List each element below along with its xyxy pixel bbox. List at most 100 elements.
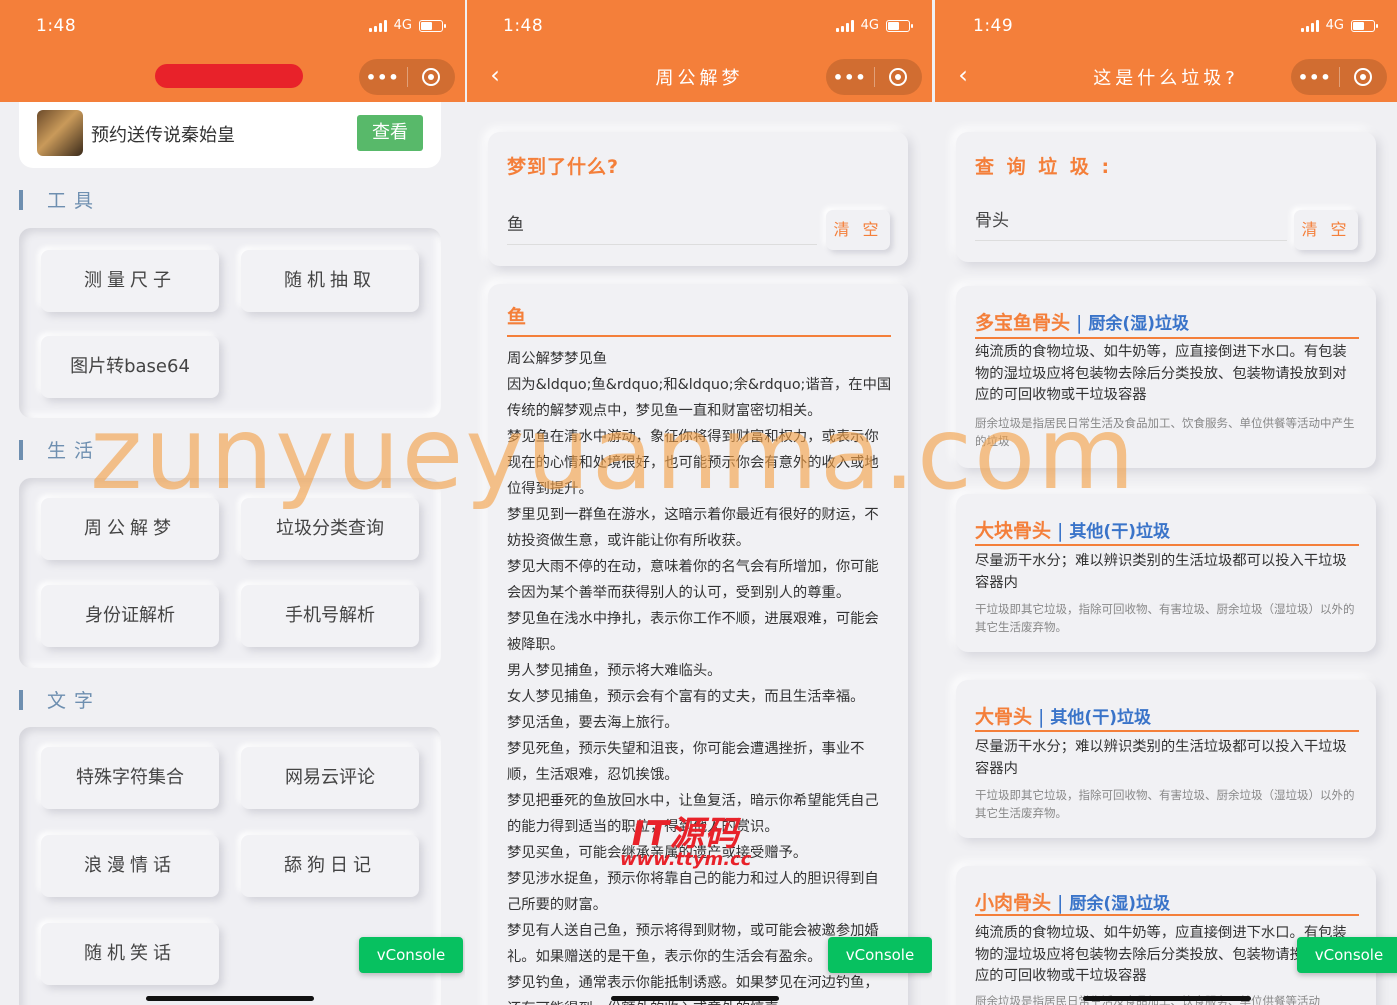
item-category[interactable]: 其他(干)垃圾 xyxy=(1050,708,1151,728)
garbage-query-card: 查 询 垃 圾 : 骨头 清 空 xyxy=(956,132,1376,262)
item-name: 小肉骨头 xyxy=(975,892,1052,914)
tool-random-pick[interactable]: 随机抽取 xyxy=(241,250,419,312)
result-divider xyxy=(975,914,1359,916)
input-underline xyxy=(507,244,817,245)
close-miniprogram-icon[interactable] xyxy=(1340,68,1388,86)
result-line: 顺，生活艰难，忍饥挨饿。 xyxy=(507,767,679,783)
result-line: 己所要的财富。 xyxy=(507,897,608,913)
section-title-tools: 工具 xyxy=(19,186,101,213)
item-desc: 尽量沥干水分；难以辨识类别的生活垃圾都可以投入干垃圾容器内 xyxy=(975,739,1347,777)
dream-result-card: 鱼 周公解梦梦见鱼 因为&ldquo;鱼&rdquo;和&ldquo;余&rdqu… xyxy=(488,284,908,1005)
result-title: 鱼 xyxy=(507,306,527,328)
more-icon[interactable]: ••• xyxy=(826,68,874,87)
signal-icon xyxy=(835,19,854,32)
result-heading: 小肉骨头 | 厨余(湿)垃圾 xyxy=(975,892,1170,914)
home-indicator xyxy=(611,996,779,1001)
section-title-text: 文字 xyxy=(19,686,101,713)
garbage-result-card: 大块骨头 | 其他(干)垃圾 尽量沥干水分；难以辨识类别的生活垃圾都可以投入干垃圾容… xyxy=(956,494,1376,652)
home-indicator xyxy=(1083,996,1251,1001)
item-note: 干垃圾即其它垃圾，指除可回收物、有害垃圾、厨余垃圾（湿垃圾）以外的其它生活废弃物… xyxy=(975,602,1355,634)
result-divider xyxy=(507,335,891,337)
miniprogram-capsule: ••• xyxy=(1291,59,1387,95)
garbage-input[interactable]: 骨头 xyxy=(975,206,1009,231)
result-heading: 大骨头 | 其他(干)垃圾 xyxy=(975,706,1151,728)
result-line: 妨投资做生意，或许能让你有所收获。 xyxy=(507,533,751,549)
status-icons: 4G xyxy=(368,18,446,33)
promo-avatar xyxy=(37,110,83,156)
section-title-life: 生活 xyxy=(19,436,101,463)
signal-icon xyxy=(1300,19,1319,32)
dream-input[interactable]: 鱼 xyxy=(507,210,524,235)
result-divider xyxy=(975,337,1359,339)
input-underline xyxy=(975,240,1287,241)
result-heading: 多宝鱼骨头 | 厨余(湿)垃圾 xyxy=(975,312,1189,334)
status-time: 1:48 xyxy=(36,16,77,36)
tool-jokes[interactable]: 随机笑话 xyxy=(41,923,219,985)
miniprogram-capsule: ••• xyxy=(359,59,455,95)
network-label: 4G xyxy=(1325,18,1344,33)
miniprogram-capsule: ••• xyxy=(826,59,922,95)
battery-icon xyxy=(886,19,913,32)
tool-idcard[interactable]: 身份证解析 xyxy=(41,585,219,647)
battery-icon xyxy=(1351,19,1378,32)
result-heading: 大块骨头 | 其他(干)垃圾 xyxy=(975,520,1170,542)
tool-image-base64[interactable]: 图片转base64 xyxy=(41,336,219,398)
result-line: 梦见大雨不停的在动，意味着你的名气会有所增加，你可能 xyxy=(507,559,879,575)
query-label: 查 询 垃 圾 : xyxy=(975,156,1113,178)
promo-banner: 预约送传说秦始皇 查看 xyxy=(19,102,441,168)
vconsole-button[interactable]: vConsole xyxy=(1297,937,1397,973)
tool-netease[interactable]: 网易云评论 xyxy=(241,747,419,809)
result-line: 梦见鱼在浅水中挣扎，表示你工作不顺，进展艰难，可能会 xyxy=(507,611,879,627)
tools-group: 测量尺子 随机抽取 图片转base64 xyxy=(19,228,441,418)
tool-phone[interactable]: 手机号解析 xyxy=(241,585,419,647)
status-icons: 4G xyxy=(835,18,913,33)
home-indicator xyxy=(146,996,314,1001)
tool-love-words[interactable]: 浪漫情话 xyxy=(41,835,219,897)
tool-diary[interactable]: 舔狗日记 xyxy=(241,835,419,897)
watermark: zunyueyuanma.com xyxy=(90,395,1137,512)
vconsole-button[interactable]: vConsole xyxy=(828,937,932,973)
result-divider xyxy=(975,544,1359,546)
clear-button[interactable]: 清 空 xyxy=(1294,210,1358,250)
garbage-result-card: 小肉骨头 | 厨余(湿)垃圾 纯流质的食物垃圾、如牛奶等，应直接倒进下水口。有包装物… xyxy=(956,866,1376,1005)
nav-bar: 1:49 4G ‹ 这是什么垃圾? ••• xyxy=(935,0,1397,102)
more-icon[interactable]: ••• xyxy=(359,68,407,87)
promo-text: 预约送传说秦始皇 xyxy=(91,125,235,146)
clear-button[interactable]: 清 空 xyxy=(826,210,890,250)
vconsole-button[interactable]: vConsole xyxy=(359,937,463,973)
tool-special-chars[interactable]: 特殊字符集合 xyxy=(41,747,219,809)
item-name: 大骨头 xyxy=(975,706,1033,728)
result-line: 梦见钓鱼，通常表示你能抵制诱惑。如果梦见在河边钓鱼， xyxy=(507,975,879,991)
result-line: 女人梦见捕鱼，预示会有个富有的丈夫，而且生活幸福。 xyxy=(507,689,865,705)
query-label: 梦到了什么? xyxy=(507,156,620,178)
status-time: 1:48 xyxy=(503,16,544,36)
redacted-title xyxy=(155,64,303,88)
status-icons: 4G xyxy=(1300,18,1378,33)
close-miniprogram-icon[interactable] xyxy=(408,68,456,86)
result-line: 梦见活鱼，要去海上旅行。 xyxy=(507,715,679,731)
network-label: 4G xyxy=(393,18,412,33)
more-icon[interactable]: ••• xyxy=(1291,68,1339,87)
item-note: 干垃圾即其它垃圾，指除可回收物、有害垃圾、厨余垃圾（湿垃圾）以外的其它生活废弃物… xyxy=(975,788,1355,820)
network-label: 4G xyxy=(860,18,879,33)
result-line: 被降职。 xyxy=(507,637,565,653)
watermark-logo-line1: IT源码 xyxy=(631,814,740,854)
view-button[interactable]: 查看 xyxy=(357,115,423,151)
garbage-result-card: 大骨头 | 其他(干)垃圾 尽量沥干水分；难以辨识类别的生活垃圾都可以投入干垃圾容器… xyxy=(956,680,1376,838)
tool-ruler[interactable]: 测量尺子 xyxy=(41,250,219,312)
item-category[interactable]: 厨余(湿)垃圾 xyxy=(1088,314,1189,334)
result-line: 男人梦见捕鱼，预示将大难临头。 xyxy=(507,663,722,679)
result-line: 会因为某个善举而获得别人的认可，受到别人的尊重。 xyxy=(507,585,851,601)
nav-bar: 1:48 4G ••• xyxy=(0,0,465,102)
result-divider xyxy=(975,730,1359,732)
nav-bar: 1:48 4G ‹ 周公解梦 ••• xyxy=(467,0,932,102)
watermark-logo-line2: www.ttym.cc xyxy=(620,849,752,870)
item-category[interactable]: 其他(干)垃圾 xyxy=(1069,522,1170,542)
signal-icon xyxy=(368,19,387,32)
item-name: 多宝鱼骨头 xyxy=(975,312,1071,334)
close-miniprogram-icon[interactable] xyxy=(875,68,923,86)
battery-icon xyxy=(419,19,446,32)
item-category[interactable]: 厨余(湿)垃圾 xyxy=(1069,894,1170,914)
watermark-logo: IT源码 www.ttym.cc xyxy=(620,806,751,870)
result-line: 周公解梦梦见鱼 xyxy=(507,351,608,367)
